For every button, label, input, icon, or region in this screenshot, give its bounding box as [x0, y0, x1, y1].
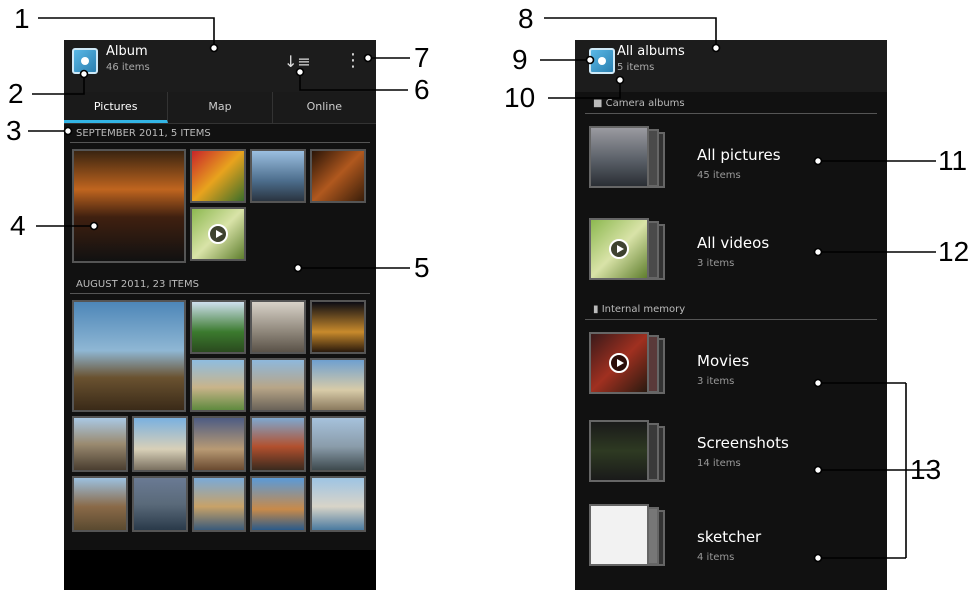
stack-card	[589, 218, 649, 280]
photo-thumbnail[interactable]	[250, 416, 306, 472]
photo-grid-august	[72, 300, 370, 540]
album-item[interactable]: All videos 3 items	[575, 206, 887, 298]
play-icon	[208, 224, 228, 244]
album-item[interactable]: Screenshots 14 items	[575, 412, 887, 498]
album-thumbnail-stack	[589, 420, 665, 482]
stack-card	[589, 126, 649, 188]
photo-thumbnail[interactable]	[72, 476, 128, 532]
callout-4: 4	[10, 210, 26, 241]
photo-thumbnail[interactable]	[190, 149, 246, 203]
album-thumbnail-stack	[589, 504, 665, 566]
storage-icon: ▮	[593, 304, 602, 315]
album-thumbnail-stack	[589, 218, 665, 280]
photo-thumbnail[interactable]	[310, 149, 366, 203]
photo-thumbnail[interactable]	[310, 358, 366, 412]
callout-5: 5	[414, 252, 430, 283]
bottom-bar	[64, 550, 376, 590]
callout-1: 1	[14, 3, 30, 34]
stack-card	[589, 332, 649, 394]
album-name: All pictures	[697, 146, 781, 164]
album-thumbnail-stack	[589, 126, 665, 188]
photo-thumbnail[interactable]	[250, 149, 306, 203]
album-app-icon[interactable]	[589, 48, 615, 74]
action-bar-title: All albums	[617, 44, 685, 59]
photo-thumbnail[interactable]	[310, 476, 366, 532]
callout-2: 2	[8, 78, 24, 109]
section-label: Internal memory	[601, 304, 686, 315]
photo-grid-september	[72, 149, 370, 265]
play-icon	[609, 239, 629, 259]
album-name: All videos	[697, 234, 770, 252]
tab-bar: Pictures Map Online	[64, 92, 376, 124]
album-count: 45 items	[697, 170, 741, 181]
photo-thumbnail[interactable]	[190, 300, 246, 354]
album-screen: Album 46 items ↓≡ ⋮ Pictures Map Online …	[64, 40, 376, 590]
action-bar-subtitle: 46 items	[106, 62, 150, 73]
photo-thumbnail[interactable]	[72, 300, 186, 412]
callout-9: 9	[512, 44, 528, 75]
overflow-menu-icon[interactable]: ⋮	[344, 50, 362, 71]
photo-thumbnail[interactable]	[250, 476, 306, 532]
tab-map[interactable]: Map	[168, 92, 273, 123]
photo-thumbnail[interactable]	[310, 300, 366, 354]
album-count: 3 items	[697, 376, 735, 387]
callout-8: 8	[518, 3, 534, 34]
action-bar-title: Album	[106, 44, 148, 59]
video-thumbnail[interactable]	[190, 207, 246, 261]
stack-card	[589, 504, 649, 566]
tab-pictures[interactable]: Pictures	[64, 92, 169, 123]
group-header-august: AUGUST 2011, 23 ITEMS	[70, 275, 370, 294]
group-header-september: SEPTEMBER 2011, 5 ITEMS	[70, 124, 370, 143]
action-bar: Album 46 items ↓≡ ⋮	[64, 40, 376, 92]
album-item[interactable]: sketcher 4 items	[575, 498, 887, 578]
callout-3: 3	[6, 115, 22, 146]
photo-thumbnail[interactable]	[190, 358, 246, 412]
photo-thumbnail[interactable]	[192, 476, 246, 532]
play-icon	[609, 353, 629, 373]
tab-online[interactable]: Online	[273, 92, 376, 123]
album-name: Movies	[697, 352, 750, 370]
album-count: 3 items	[697, 258, 735, 269]
all-albums-screen: All albums 5 items ■ Camera albums All p…	[575, 40, 887, 590]
album-count: 4 items	[697, 552, 735, 563]
callout-13: 13	[910, 454, 942, 485]
camera-icon: ■	[593, 98, 606, 109]
callout-7: 7	[414, 42, 430, 73]
section-internal-memory: ▮ Internal memory	[585, 298, 877, 320]
photo-thumbnail[interactable]	[72, 416, 128, 472]
stack-card	[589, 420, 649, 482]
photo-thumbnail[interactable]	[250, 300, 306, 354]
action-bar: All albums 5 items	[575, 40, 887, 92]
sort-icon[interactable]: ↓≡	[284, 52, 311, 71]
photo-thumbnail[interactable]	[192, 416, 246, 472]
album-item[interactable]: All pictures 45 items	[575, 114, 887, 206]
callout-10: 10	[504, 82, 536, 113]
figure-root: Album 46 items ↓≡ ⋮ Pictures Map Online …	[0, 0, 968, 590]
action-bar-subtitle: 5 items	[617, 62, 655, 73]
callout-6: 6	[414, 74, 430, 105]
callout-12: 12	[938, 236, 968, 267]
photo-thumbnail[interactable]	[132, 476, 188, 532]
album-count: 14 items	[697, 458, 741, 469]
album-app-icon[interactable]	[72, 48, 98, 74]
album-thumbnail-stack	[589, 332, 665, 394]
photo-thumbnail[interactable]	[72, 149, 186, 263]
photo-thumbnail[interactable]	[250, 358, 306, 412]
album-item[interactable]: Movies 3 items	[575, 320, 887, 412]
photo-thumbnail[interactable]	[310, 416, 366, 472]
section-label: Camera albums	[605, 98, 685, 109]
album-name: Screenshots	[697, 434, 789, 452]
photo-thumbnail[interactable]	[132, 416, 188, 472]
callout-11: 11	[938, 145, 968, 176]
section-camera-albums: ■ Camera albums	[585, 92, 877, 114]
album-name: sketcher	[697, 528, 762, 546]
